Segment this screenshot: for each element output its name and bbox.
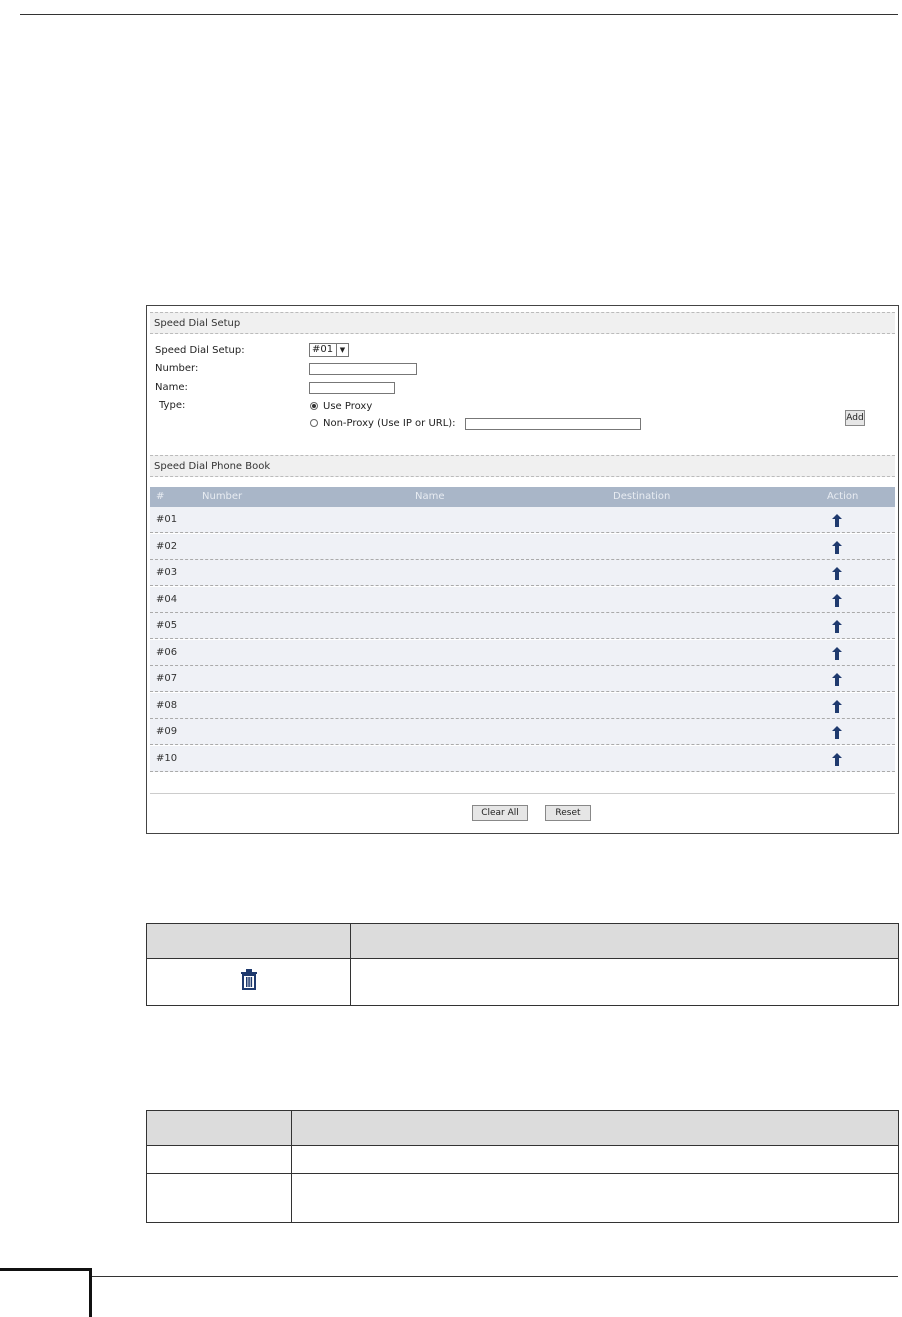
trash-icon bbox=[240, 969, 257, 990]
edit-icon[interactable] bbox=[832, 512, 842, 527]
field-table bbox=[146, 1110, 899, 1223]
number-label: Number: bbox=[155, 363, 199, 374]
phonebook-table-header: # Number Name Destination Action bbox=[150, 487, 895, 507]
add-button[interactable]: Add bbox=[845, 410, 865, 426]
icon-table bbox=[146, 923, 899, 1006]
edit-icon[interactable] bbox=[832, 645, 842, 660]
reset-button[interactable]: Reset bbox=[545, 805, 591, 821]
edit-icon[interactable] bbox=[832, 618, 842, 633]
table-row: #09 bbox=[150, 719, 895, 745]
use-proxy-label: Use Proxy bbox=[323, 401, 373, 412]
non-proxy-radio[interactable] bbox=[310, 419, 318, 427]
header-rule bbox=[20, 14, 898, 15]
row-index: #10 bbox=[156, 752, 178, 764]
field-table-cell bbox=[291, 1145, 899, 1174]
name-label: Name: bbox=[155, 382, 188, 393]
field-table-header-1 bbox=[146, 1110, 292, 1146]
edit-icon[interactable] bbox=[832, 751, 842, 766]
name-input[interactable] bbox=[309, 382, 395, 394]
edit-icon[interactable] bbox=[832, 724, 842, 739]
speed-dial-label: Speed Dial Setup: bbox=[155, 345, 245, 356]
edit-icon[interactable] bbox=[832, 671, 842, 686]
footer-rule bbox=[92, 1276, 898, 1277]
table-row: #05 bbox=[150, 613, 895, 639]
icon-cell bbox=[146, 958, 351, 1006]
table-row: #10 bbox=[150, 745, 895, 772]
icon-description-cell bbox=[350, 958, 899, 1006]
row-index: #03 bbox=[156, 567, 178, 578]
col-action: Action bbox=[827, 491, 859, 502]
edit-icon[interactable] bbox=[832, 565, 842, 580]
row-index: #09 bbox=[156, 726, 178, 737]
speed-dial-select[interactable]: #01 ▼ bbox=[309, 343, 349, 357]
chevron-down-icon: ▼ bbox=[336, 344, 348, 356]
table-row: #04 bbox=[150, 586, 895, 613]
use-proxy-radio[interactable] bbox=[310, 402, 318, 410]
non-proxy-label: Non-Proxy (Use IP or URL): bbox=[323, 418, 456, 429]
panel-divider bbox=[150, 793, 895, 794]
speed-dial-screenshot: Speed Dial Setup Speed Dial Setup: #01 ▼… bbox=[146, 305, 899, 834]
table-row: #03 bbox=[150, 560, 895, 586]
col-number: Number bbox=[202, 491, 243, 502]
row-index: #02 bbox=[156, 540, 178, 552]
phonebook-section-header: Speed Dial Phone Book bbox=[150, 455, 895, 477]
non-proxy-input[interactable] bbox=[465, 418, 641, 430]
edit-icon[interactable] bbox=[832, 539, 842, 554]
icon-table-header-1 bbox=[146, 923, 351, 959]
col-hash: # bbox=[156, 491, 165, 502]
field-table-cell bbox=[146, 1173, 292, 1223]
clear-all-button[interactable]: Clear All bbox=[472, 805, 528, 821]
page-number-tab bbox=[0, 1268, 92, 1317]
table-row: #07 bbox=[150, 666, 895, 692]
table-row: #01 bbox=[150, 507, 895, 533]
row-index: #01 bbox=[156, 514, 178, 525]
type-label: Type: bbox=[159, 400, 186, 411]
edit-icon[interactable] bbox=[832, 698, 842, 713]
field-table-cell bbox=[291, 1173, 899, 1223]
row-index: #08 bbox=[156, 699, 178, 711]
field-table-header-2 bbox=[291, 1110, 899, 1146]
table-row: #06 bbox=[150, 639, 895, 666]
row-index: #06 bbox=[156, 646, 178, 658]
table-row: #02 bbox=[150, 533, 895, 560]
row-index: #05 bbox=[156, 620, 178, 631]
table-row: #08 bbox=[150, 692, 895, 719]
setup-section-header: Speed Dial Setup bbox=[150, 312, 895, 334]
row-index: #07 bbox=[156, 673, 178, 684]
row-index: #04 bbox=[156, 593, 178, 605]
field-table-cell bbox=[146, 1145, 292, 1174]
icon-table-header-2 bbox=[350, 923, 899, 959]
number-input[interactable] bbox=[309, 363, 417, 375]
col-destination: Destination bbox=[613, 491, 671, 502]
col-name: Name bbox=[415, 491, 445, 502]
edit-icon[interactable] bbox=[832, 592, 842, 607]
